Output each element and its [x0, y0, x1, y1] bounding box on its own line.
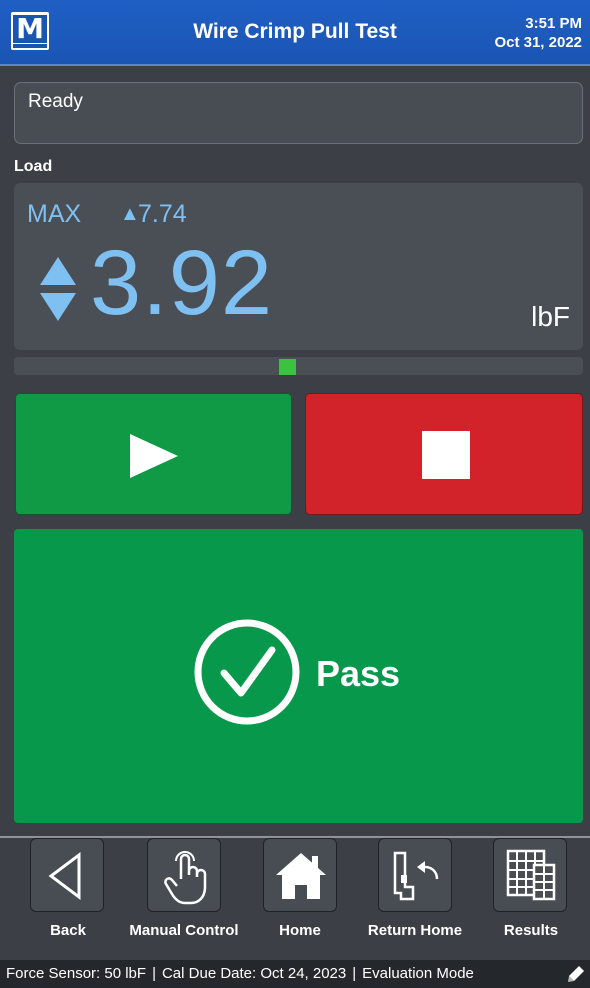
home-icon — [276, 853, 326, 899]
pen-icon[interactable] — [567, 965, 585, 983]
back-triangle-icon — [48, 852, 81, 900]
max-updown-icon: ▲ — [120, 203, 140, 225]
result-panel: Pass — [14, 529, 583, 823]
clock-time: 3:51 PM — [525, 15, 582, 32]
result-text: Pass — [316, 653, 401, 694]
hand-pointer-icon — [164, 851, 207, 905]
return-home-icon — [393, 851, 439, 901]
home-button[interactable] — [263, 838, 337, 912]
sensor-info: Force Sensor: 50 lbF — [6, 965, 147, 982]
load-updown-icon — [40, 257, 76, 321]
load-value: 3.92 — [90, 232, 274, 334]
load-label: Load — [14, 158, 53, 175]
max-value: 7.74 — [138, 200, 187, 228]
clock-date: Oct 31, 2022 — [494, 34, 582, 51]
play-icon — [130, 434, 178, 478]
clock: 3:51 PM Oct 31, 2022 — [494, 14, 582, 52]
stop-button[interactable] — [305, 393, 583, 515]
max-label: MAX — [27, 200, 82, 228]
mode-info: Evaluation Mode — [362, 965, 474, 982]
start-button[interactable] — [15, 393, 292, 515]
load-progress-bar — [14, 357, 583, 375]
cal-due-date: Cal Due Date: Oct 24, 2023 — [161, 965, 347, 982]
header-bar: M Wire Crimp Pull Test 3:51 PM Oct 31, 2… — [0, 0, 590, 66]
footer-status-bar: Force Sensor: 50 lbF | Cal Due Date: Oct 2… — [0, 960, 590, 988]
results-button[interactable] — [493, 838, 567, 912]
status-message-box: Ready — [14, 82, 583, 144]
load-readout-panel: MAX ▲ 7.74 3.92 lbF — [14, 183, 583, 350]
manual-control-button[interactable] — [147, 838, 221, 912]
results-grid-icon — [506, 849, 556, 901]
status-text: Ready — [28, 91, 83, 112]
check-circle-icon — [194, 619, 300, 725]
load-unit: lbF — [531, 301, 570, 332]
return-home-button[interactable] — [378, 838, 452, 912]
back-button[interactable] — [30, 838, 104, 912]
stop-icon — [422, 431, 470, 479]
load-progress-indicator — [279, 359, 296, 375]
bottom-nav: Back Manual Control Home Return Home Res — [0, 838, 590, 960]
results-label: Results — [503, 922, 559, 939]
